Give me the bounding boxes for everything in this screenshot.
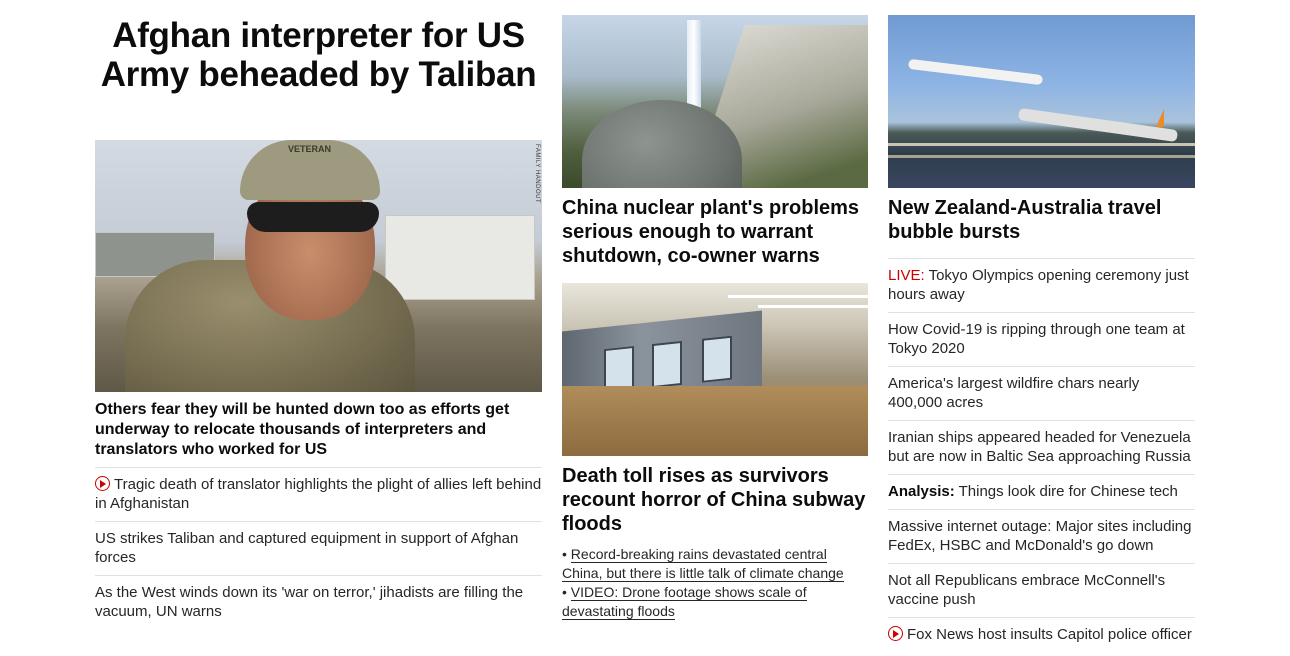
lead-headline[interactable]: Afghan interpreter for US Army beheaded … (95, 0, 542, 140)
train-window (702, 335, 732, 383)
image-credit: FAMILY HANDOUT (534, 144, 540, 204)
nuclear-plant-image[interactable] (562, 15, 868, 188)
runway (888, 155, 1195, 158)
cap-text: VETERAN (288, 144, 332, 154)
ceiling-light (758, 305, 868, 308)
related-link-text[interactable]: As the West winds down its 'war on terro… (95, 584, 523, 620)
soldier-sunglasses (247, 202, 379, 232)
headline-text[interactable]: Tokyo Olympics opening ceremony just hou… (888, 267, 1189, 303)
nuclear-story-title[interactable]: China nuclear plant's problems serious e… (562, 188, 868, 283)
ceiling-light (728, 295, 868, 298)
middle-stories-column: China nuclear plant's problems serious e… (562, 0, 868, 621)
play-icon (888, 626, 903, 641)
story-card-subway: Death toll rises as survivors recount ho… (562, 283, 868, 621)
subway-related-links: • Record-breaking rains devastated centr… (562, 536, 868, 621)
related-link-item[interactable]: Tragic death of translator highlights th… (95, 468, 542, 522)
headline-item[interactable]: How Covid-19 is ripping through one team… (888, 312, 1195, 366)
soldier-cap: VETERAN (240, 140, 380, 200)
travel-bubble-image[interactable] (888, 15, 1195, 188)
related-link-item[interactable]: US strikes Taliban and captured equipmen… (95, 522, 542, 576)
headline-text[interactable]: Things look dire for Chinese tech (959, 483, 1178, 500)
live-tag: LIVE: (888, 267, 925, 284)
train-window (652, 340, 682, 389)
background-wall (385, 215, 535, 300)
related-link-text[interactable]: Tragic death of translator highlights th… (95, 476, 541, 512)
headline-item[interactable]: Iranian ships appeared headed for Venezu… (888, 420, 1195, 474)
headline-text[interactable]: America's largest wildfire chars nearly … (888, 375, 1139, 411)
subway-story-title[interactable]: Death toll rises as survivors recount ho… (562, 456, 868, 536)
related-link-text[interactable]: US strikes Taliban and captured equipmen… (95, 530, 518, 566)
headline-item[interactable]: LIVE: Tokyo Olympics opening ceremony ju… (888, 258, 1195, 312)
bullet-link-text[interactable]: VIDEO: Drone footage shows scale of deva… (562, 584, 807, 620)
headline-text[interactable]: Massive internet outage: Major sites inc… (888, 518, 1192, 554)
bullet-link[interactable]: • VIDEO: Drone footage shows scale of de… (562, 583, 868, 621)
headline-text[interactable]: Iranian ships appeared headed for Venezu… (888, 429, 1191, 465)
headline-text[interactable]: Not all Republicans embrace McConnell's … (888, 572, 1165, 608)
lead-headline-link[interactable]: Afghan interpreter for US Army beheaded … (101, 16, 537, 94)
airplane-jetstar (1017, 107, 1179, 143)
bullet-marker: • (562, 546, 571, 562)
lead-story-column: Afghan interpreter for US Army beheaded … (95, 0, 542, 629)
lead-story-image[interactable]: VETERAN FAMILY HANDOUT (95, 140, 542, 392)
headline-item[interactable]: Fox News host insults Capitol police off… (888, 617, 1195, 652)
related-links: Tragic death of translator highlights th… (95, 468, 542, 629)
analysis-tag: Analysis: (888, 483, 955, 500)
jetstar-tail (1156, 109, 1164, 127)
headline-text[interactable]: How Covid-19 is ripping through one team… (888, 321, 1185, 357)
play-icon (95, 476, 110, 491)
right-stories-column: New Zealand-Australia travel bubble burs… (888, 0, 1195, 652)
airplane-singapore (907, 58, 1044, 86)
bullet-link[interactable]: • Record-breaking rains devastated centr… (562, 545, 868, 583)
bullet-link-text[interactable]: Record-breaking rains devastated central… (562, 546, 844, 582)
runway (888, 143, 1195, 146)
headline-text[interactable]: Fox News host insults Capitol police off… (907, 626, 1192, 643)
story-card-nuclear: China nuclear plant's problems serious e… (562, 15, 868, 283)
headline-item[interactable]: Analysis: Things look dire for Chinese t… (888, 474, 1195, 509)
headline-item[interactable]: Not all Republicans embrace McConnell's … (888, 563, 1195, 617)
headline-item[interactable]: America's largest wildfire chars nearly … (888, 366, 1195, 420)
flood-water (562, 386, 868, 456)
related-link-item[interactable]: As the West winds down its 'war on terro… (95, 576, 542, 629)
headline-list: LIVE: Tokyo Olympics opening ceremony ju… (888, 258, 1195, 652)
headline-item[interactable]: Massive internet outage: Major sites inc… (888, 509, 1195, 563)
travel-story-title[interactable]: New Zealand-Australia travel bubble burs… (888, 188, 1195, 251)
subway-flood-image[interactable] (562, 283, 868, 456)
bullet-marker: • (562, 584, 571, 600)
lead-subheadline[interactable]: Others fear they will be hunted down too… (95, 392, 542, 468)
